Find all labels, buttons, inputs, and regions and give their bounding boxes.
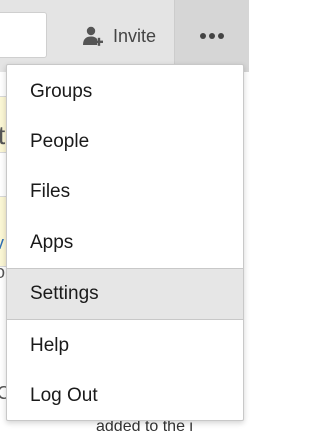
top-bar: Invite [0,0,249,72]
background-text-fragment: o [0,262,6,282]
menu-divider [7,319,243,320]
menu-item-groups[interactable]: Groups [7,67,243,117]
search-input[interactable] [0,12,47,58]
menu-item-help[interactable]: Help [7,321,243,371]
more-menu: Groups People Files Apps Settings Help L… [6,64,244,421]
menu-item-log-out[interactable]: Log Out [7,371,243,421]
menu-item-people[interactable]: People [7,117,243,167]
invite-button[interactable]: Invite [64,8,174,64]
more-horizontal-icon [199,27,225,45]
menu-item-apps[interactable]: Apps [7,218,243,268]
background-link-fragment: v [0,233,4,253]
menu-item-files[interactable]: Files [7,167,243,217]
more-options-button[interactable] [175,0,249,72]
invite-label: Invite [112,25,157,46]
add-person-icon [82,25,104,47]
menu-item-settings[interactable]: Settings [7,269,243,319]
background-text-fragment: t [0,120,6,150]
